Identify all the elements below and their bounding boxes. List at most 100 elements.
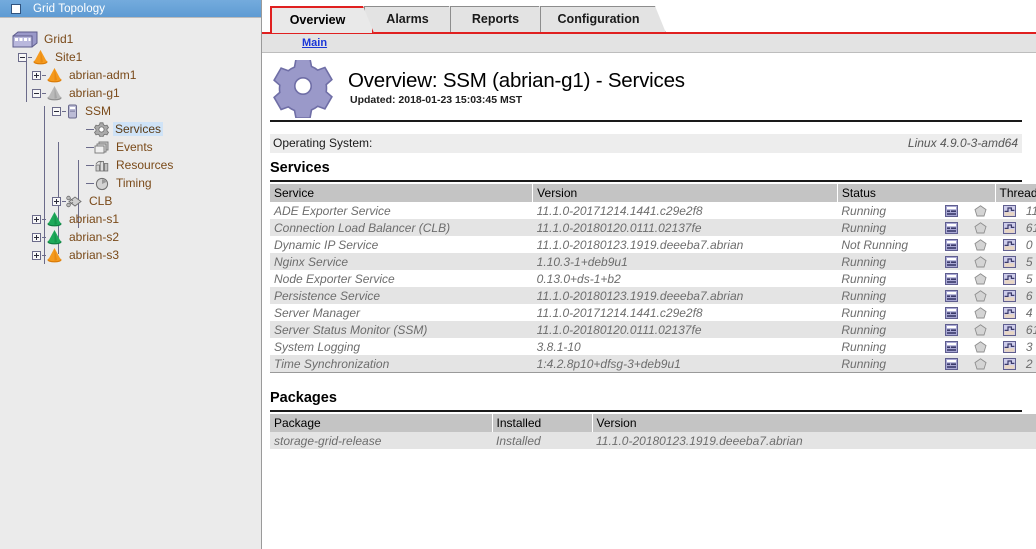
threads-chart-icon[interactable] (995, 236, 1024, 253)
tree-item-label[interactable]: Events (114, 140, 155, 154)
sub-nav-bar: Main (262, 34, 1036, 53)
expand-icon[interactable] (32, 233, 41, 242)
tree-item-services[interactable]: Services (72, 120, 163, 138)
column-header-version[interactable]: Version (533, 184, 838, 202)
tree-item-clb[interactable]: CLB (52, 192, 114, 210)
tree-item-label[interactable]: abrian-adm1 (67, 68, 138, 82)
status-node-icon[interactable] (966, 287, 995, 304)
status-report-icon[interactable] (937, 236, 966, 253)
tree-item-abrian-s3[interactable]: abrian-s3 (32, 246, 121, 264)
page-content: Overview: SSM (abrian-g1) - Services Upd… (262, 54, 1036, 549)
tree-item-site1[interactable]: Site1 (18, 48, 84, 66)
breadcrumb-main[interactable]: Main (302, 37, 327, 49)
collapse-icon[interactable] (32, 89, 41, 98)
tree-item-resources[interactable]: Resources (72, 156, 175, 174)
gear-small-icon (94, 122, 109, 137)
tree-item-grid1[interactable]: Grid1 (12, 30, 75, 48)
status-report-icon[interactable] (937, 304, 966, 321)
threads-chart-icon[interactable] (995, 219, 1024, 236)
column-header-threads[interactable]: Threads (995, 184, 1036, 202)
package-column-header-package[interactable]: Package (270, 414, 492, 432)
tree-item-ssm[interactable]: SSM (52, 102, 113, 120)
packages-table-header-row: PackageInstalledVersion (270, 414, 1036, 432)
status-node-icon[interactable] (966, 304, 995, 321)
tab-overview[interactable]: Overview (270, 6, 374, 33)
tree-item-label[interactable]: abrian-s2 (67, 230, 121, 244)
tree-item-label[interactable]: abrian-g1 (67, 86, 122, 100)
expand-icon[interactable] (52, 197, 61, 206)
cone-shape (46, 229, 63, 245)
status-node-icon[interactable] (966, 219, 995, 236)
status-node-icon[interactable] (966, 202, 995, 219)
tree-item-label[interactable]: abrian-s3 (67, 248, 121, 262)
threads-chart-icon[interactable] (995, 287, 1024, 304)
threads-chart-icon[interactable] (995, 338, 1024, 355)
tree-leaf-dash (86, 147, 94, 148)
status-node-icon[interactable] (966, 321, 995, 338)
status-node-icon[interactable] (966, 355, 995, 372)
tree-item-abrian-adm1[interactable]: abrian-adm1 (32, 66, 138, 84)
events-icon (94, 140, 114, 155)
tree-item-label[interactable]: Site1 (53, 50, 84, 64)
services-section-divider (270, 180, 1022, 182)
checkbox-unchecked-icon[interactable] (11, 4, 21, 14)
column-header-status[interactable]: Status (837, 184, 995, 202)
status-report-icon[interactable] (937, 270, 966, 287)
grid-topology-header[interactable]: Grid Topology (0, 0, 261, 18)
cell-version: 11.1.0-20171214.1441.c29e2f8 (533, 202, 838, 219)
status-report-icon[interactable] (937, 321, 966, 338)
tab-configuration[interactable]: Configuration (540, 6, 666, 33)
status-report-icon[interactable] (937, 287, 966, 304)
expand-icon[interactable] (32, 71, 41, 80)
threads-chart-icon[interactable] (995, 304, 1024, 321)
tab-alarms[interactable]: Alarms (364, 6, 460, 33)
tree-item-label[interactable]: CLB (87, 194, 114, 208)
tree-item-timing[interactable]: Timing (72, 174, 154, 192)
expand-icon[interactable] (32, 215, 41, 224)
status-report-icon[interactable] (937, 253, 966, 270)
tree-item-abrian-g1[interactable]: abrian-g1 (32, 84, 122, 102)
cone-green-icon (46, 211, 67, 227)
expand-icon[interactable] (32, 251, 41, 260)
tree-item-label[interactable]: Resources (114, 158, 175, 172)
threads-chart-icon[interactable] (995, 321, 1024, 338)
tree-item-label[interactable]: Grid1 (42, 32, 75, 46)
status-node-icon[interactable] (966, 253, 995, 270)
chart-icon (1003, 222, 1016, 234)
tree-item-abrian-s2[interactable]: abrian-s2 (32, 228, 121, 246)
cone-shape (46, 67, 63, 83)
status-report-icon[interactable] (937, 219, 966, 236)
status-node-icon[interactable] (966, 338, 995, 355)
status-node-icon[interactable] (966, 236, 995, 253)
status-node-icon[interactable] (966, 270, 995, 287)
package-column-header-version[interactable]: Version (592, 414, 1036, 432)
column-header-service[interactable]: Service (270, 184, 533, 202)
status-report-icon[interactable] (937, 202, 966, 219)
grid-topology-sidebar: Grid Topology Grid1 Site1 abrian-adm1 ab… (0, 0, 262, 549)
tree-item-label[interactable]: abrian-s1 (67, 212, 121, 226)
tree-item-events[interactable]: Events (72, 138, 155, 156)
tree-item-label[interactable]: Timing (114, 176, 154, 190)
tab-reports[interactable]: Reports (450, 6, 550, 33)
cell-version: 11.1.0-20180123.1919.deeeba7.abrian (592, 432, 1036, 449)
chart-icon (1003, 290, 1016, 302)
cell-version: 11.1.0-20180120.0111.02137fe (533, 321, 838, 338)
cell-threads: 5 (1024, 253, 1036, 270)
report-icon (945, 256, 958, 268)
threads-chart-icon[interactable] (995, 253, 1024, 270)
threads-chart-icon[interactable] (995, 270, 1024, 287)
threads-chart-icon[interactable] (995, 202, 1024, 219)
cell-service: Server Status Monitor (SSM) (270, 321, 533, 338)
package-column-header-installed[interactable]: Installed (492, 414, 592, 432)
polygon-icon (974, 256, 987, 268)
tree-item-label[interactable]: Services (113, 122, 163, 136)
tree-item-abrian-s1[interactable]: abrian-s1 (32, 210, 121, 228)
cone-gray-icon (46, 85, 67, 101)
threads-chart-icon[interactable] (995, 355, 1024, 372)
chart-icon (1003, 341, 1016, 353)
collapse-icon[interactable] (52, 107, 61, 116)
collapse-icon[interactable] (18, 53, 27, 62)
status-report-icon[interactable] (937, 338, 966, 355)
status-report-icon[interactable] (937, 355, 966, 372)
tree-item-label[interactable]: SSM (83, 104, 113, 118)
